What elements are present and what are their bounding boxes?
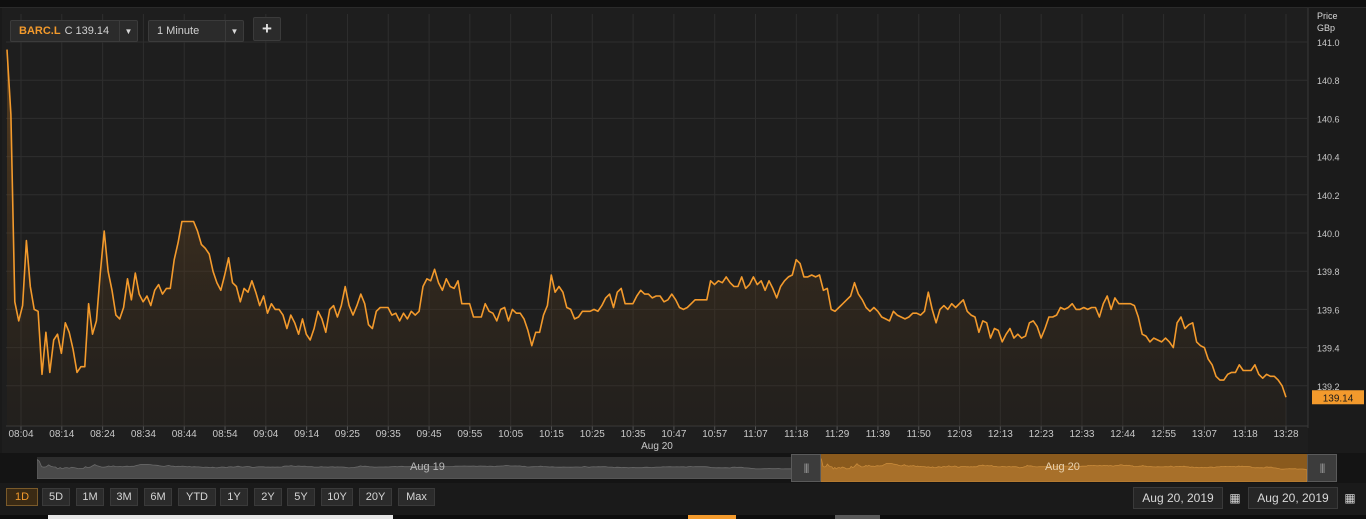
x-tick-label: 11:39 [866, 429, 891, 440]
x-tick-label: 12:44 [1110, 429, 1135, 440]
date-to-field[interactable]: Aug 20, 2019 [1248, 487, 1338, 509]
range-button-5d[interactable]: 5D [42, 488, 70, 506]
x-tick-label: 08:24 [90, 429, 115, 440]
chevron-down-icon[interactable]: ▼ [119, 21, 137, 41]
top-bar [0, 0, 1366, 8]
range-button-1y[interactable]: 1Y [220, 488, 248, 506]
date-from-field[interactable]: Aug 20, 2019 [1133, 487, 1223, 509]
y-axis-title-price: Price [1317, 11, 1338, 21]
x-tick-label: 08:54 [213, 429, 238, 440]
navigator-label-aug20: Aug 20 [1045, 461, 1080, 473]
x-tick-label: 09:55 [457, 429, 482, 440]
range-button-20y[interactable]: 20Y [359, 488, 392, 506]
x-tick-label: 09:04 [253, 429, 278, 440]
calendar-icon[interactable]: ▦ [1226, 487, 1244, 509]
symbol-selector[interactable]: BARC.L C 139.14 ▼ [10, 20, 138, 42]
plus-icon: + [262, 19, 272, 38]
x-tick-label: 08:44 [172, 429, 197, 440]
interval-selector[interactable]: 1 Minute ▼ [148, 20, 244, 42]
chart-panel: 141.0 140.8 140.6 140.4 140.2 140.0 139.8 139.6… [2, 8, 1364, 453]
symbol-label: BARC.L [19, 25, 61, 37]
calendar-icon[interactable]: ▦ [1341, 487, 1359, 509]
x-tick-label: 11:07 [743, 429, 768, 440]
last-label: C [64, 25, 73, 37]
x-tick-label: 12:33 [1069, 429, 1094, 440]
y-tick-label: 139.6 [1317, 305, 1340, 315]
strip-segment [835, 515, 880, 519]
x-tick-label: 09:35 [376, 429, 401, 440]
y-axis-title-unit: GBp [1317, 23, 1335, 33]
navigator-label-aug19: Aug 19 [410, 461, 445, 473]
x-tick-label: 09:25 [335, 429, 360, 440]
x-tick-label: 08:04 [8, 429, 33, 440]
range-button-5y[interactable]: 5Y [287, 488, 315, 506]
x-tick-label: 11:50 [907, 429, 932, 440]
range-button-1d[interactable]: 1D [6, 488, 38, 506]
price-chart[interactable]: 141.0 140.8 140.6 140.4 140.2 140.0 139.8 139.6… [2, 8, 1364, 453]
x-tick-label: 13:07 [1192, 429, 1217, 440]
last-value: 139.14 [75, 25, 110, 37]
add-button[interactable]: + [253, 17, 281, 41]
x-tick-label: 08:34 [131, 429, 156, 440]
chevron-down-icon[interactable]: ▼ [225, 21, 243, 41]
y-tick-label: 140.0 [1317, 229, 1340, 239]
strip-segment [48, 515, 393, 519]
x-date-label: Aug 20 [641, 441, 673, 452]
range-button-10y[interactable]: 10Y [321, 488, 353, 506]
x-tick-label: 11:18 [784, 429, 809, 440]
range-button-ytd[interactable]: YTD [178, 488, 216, 506]
x-tick-label: 10:57 [702, 429, 727, 440]
range-button-1m[interactable]: 1M [76, 488, 104, 506]
navigator-handle-left[interactable]: ||| [791, 454, 821, 482]
y-tick-label: 139.8 [1317, 267, 1340, 277]
last-price-label: 139.14 [1323, 393, 1354, 404]
x-tick-label: 10:47 [661, 429, 686, 440]
x-tick-label: 10:15 [539, 429, 564, 440]
x-tick-label: 12:13 [988, 429, 1013, 440]
x-tick-label: 12:03 [947, 429, 972, 440]
strip-segment-accent [688, 515, 736, 519]
y-tick-label: 140.2 [1317, 191, 1340, 201]
y-tick-label: 139.4 [1317, 344, 1340, 354]
x-tick-label: 10:25 [580, 429, 605, 440]
y-tick-label: 140.6 [1317, 114, 1340, 124]
x-tick-label: 09:14 [294, 429, 319, 440]
x-tick-label: 13:18 [1233, 429, 1258, 440]
range-button-3m[interactable]: 3M [110, 488, 138, 506]
range-button-2y[interactable]: 2Y [254, 488, 282, 506]
x-tick-label: 12:55 [1151, 429, 1176, 440]
x-tick-label: 10:35 [621, 429, 646, 440]
x-tick-label: 12:23 [1029, 429, 1054, 440]
x-tick-label: 08:14 [49, 429, 74, 440]
x-tick-label: 11:29 [825, 429, 850, 440]
navigator-handle-right[interactable]: ||| [1307, 454, 1337, 482]
x-tick-label: 09:45 [417, 429, 442, 440]
range-button-max[interactable]: Max [398, 488, 435, 506]
y-tick-label: 140.4 [1317, 153, 1340, 163]
x-tick-label: 10:05 [498, 429, 523, 440]
x-tick-label: 13:28 [1273, 429, 1298, 440]
interval-label: 1 Minute [157, 25, 200, 37]
range-button-6m[interactable]: 6M [144, 488, 172, 506]
y-tick-label: 140.8 [1317, 76, 1340, 86]
y-tick-label: 141.0 [1317, 38, 1340, 48]
